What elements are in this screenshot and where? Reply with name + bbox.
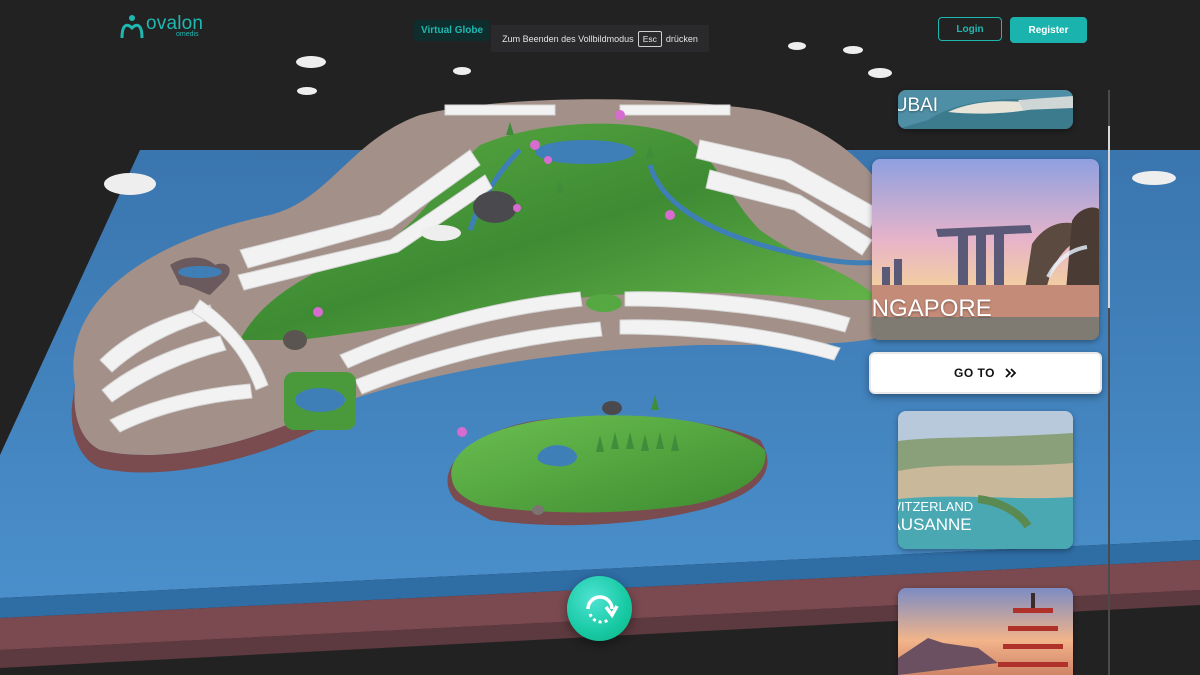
- dubai-label: DUBAI: [898, 95, 939, 116]
- login-button[interactable]: Login: [938, 17, 1002, 41]
- cards-scrollbar-thumb[interactable]: [1108, 126, 1110, 308]
- nav-virtual-globe[interactable]: Virtual Globe: [414, 20, 491, 41]
- lausanne-city: LAUSANNE: [898, 515, 972, 534]
- destination-card-lausanne[interactable]: SWITZERLAND LAUSANNE: [898, 411, 1073, 549]
- go-to-button[interactable]: GO TO: [869, 352, 1102, 394]
- go-to-label: GO TO: [954, 366, 995, 380]
- lausanne-country: SWITZERLAND: [898, 499, 974, 514]
- notice-text-before: Zum Beenden des Vollbildmodus: [502, 33, 634, 44]
- destination-card-dubai[interactable]: DUBAI: [898, 90, 1073, 129]
- destination-card-singapore[interactable]: SINGAPORE: [872, 159, 1099, 340]
- singapore-label: SINGAPORE: [872, 295, 992, 322]
- logo[interactable]: ovalon omedis: [120, 14, 203, 40]
- register-button[interactable]: Register: [1010, 17, 1087, 43]
- destination-card-japan[interactable]: [898, 588, 1073, 675]
- rotate-view-icon: [585, 594, 619, 623]
- esc-key-hint: Esc: [637, 30, 662, 47]
- ovalon-logo-icon: [120, 15, 144, 39]
- notice-text-after: drücken: [665, 33, 698, 44]
- double-chevron-right-icon: [1005, 368, 1017, 378]
- japan-image: [898, 588, 1073, 675]
- fullscreen-exit-notice: Zum Beenden des Vollbildmodus Esc drücke…: [491, 25, 709, 52]
- rotate-view-button[interactable]: [567, 576, 632, 641]
